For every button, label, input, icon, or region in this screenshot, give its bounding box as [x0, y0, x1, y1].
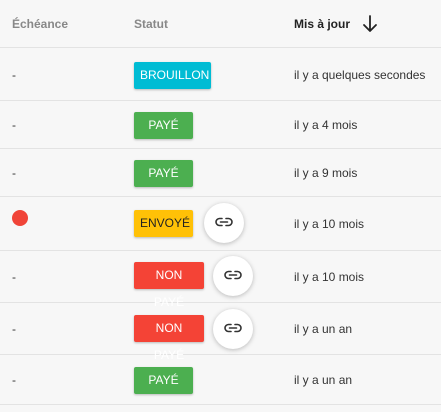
overdue-dot [12, 210, 28, 226]
copy-link-button[interactable] [213, 309, 253, 349]
table-row[interactable]: - PAYÉ il y a 4 mois [0, 101, 441, 149]
column-header-due[interactable]: Échéance [12, 16, 68, 32]
table-row[interactable]: - PAYÉ il y a 9 mois [0, 149, 441, 197]
table-row[interactable]: ENVOYÉ il y a 10 mois [0, 197, 441, 251]
status-badge: ENVOYÉ [134, 210, 193, 237]
due-date-value: - [12, 166, 16, 180]
updated-value: il y a 9 mois [294, 166, 358, 180]
updated-value: il y a quelques secondes [294, 68, 426, 82]
updated-value: il y a 10 mois [294, 217, 365, 231]
table-row[interactable]: - BROUILLON il y a quelques secondes [0, 49, 441, 101]
due-date-value: - [12, 322, 16, 336]
status-badge: BROUILLON [134, 62, 211, 89]
due-date-value: - [12, 118, 16, 132]
status-badge: NON PAYÉ [134, 315, 204, 362]
column-header-status[interactable]: Statut [134, 16, 168, 32]
table-row[interactable]: - NON PAYÉ il y a 10 mois [0, 251, 441, 309]
due-date-value: - [12, 373, 16, 387]
updated-value: il y a un an [294, 322, 353, 336]
column-header-updated[interactable]: Mis à jour [294, 16, 350, 32]
table-header: Échéance Statut Mis à jour [0, 0, 441, 48]
updated-value: il y a 4 mois [294, 118, 358, 132]
due-date-value: - [12, 68, 16, 82]
copy-link-button[interactable] [204, 203, 244, 243]
table-row[interactable]: - PAYÉ il y a un an [0, 355, 441, 405]
link-icon [215, 214, 233, 232]
table-row[interactable]: - NON PAYÉ il y a un an [0, 303, 441, 362]
status-badge: PAYÉ [134, 160, 193, 187]
invoices-table: Échéance Statut Mis à jour - BROUILLON i… [0, 0, 441, 412]
status-badge: PAYÉ [134, 367, 193, 394]
copy-link-button[interactable] [213, 256, 253, 296]
link-icon [224, 267, 242, 285]
status-badge: PAYÉ [134, 112, 193, 139]
due-date-value: - [12, 270, 16, 284]
link-icon [224, 320, 242, 338]
updated-value: il y a un an [294, 373, 353, 387]
status-badge: NON PAYÉ [134, 262, 204, 309]
sort-descending-arrow-icon[interactable] [362, 14, 378, 34]
updated-value: il y a 10 mois [294, 270, 365, 284]
